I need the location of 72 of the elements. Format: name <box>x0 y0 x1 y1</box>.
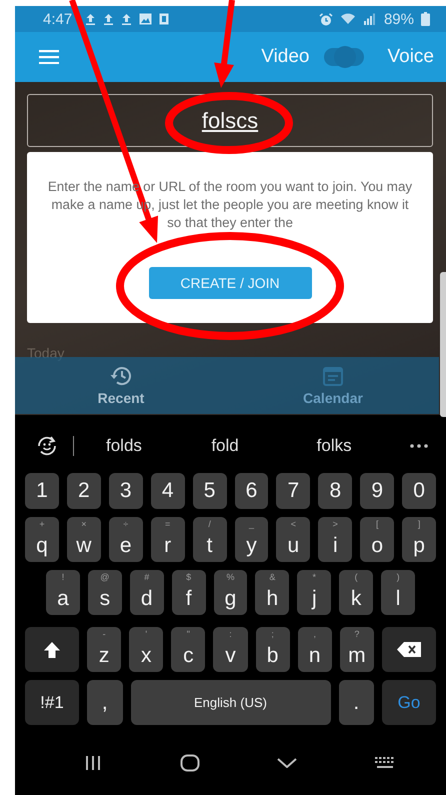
space-bar[interactable]: English (US) <box>130 680 330 725</box>
keyboard-key[interactable]: 6 <box>234 473 268 509</box>
keyboard-key[interactable]: ( k <box>339 570 374 615</box>
voice-label: Voice <box>388 46 434 68</box>
image-icon <box>139 13 152 25</box>
keyboard-key[interactable]: # d <box>130 570 164 615</box>
mode-toggle[interactable] <box>324 48 364 66</box>
suggestion-word[interactable]: folds <box>94 436 200 456</box>
video-label: Video <box>261 46 310 68</box>
keyboard-key[interactable]: + q <box>25 517 59 562</box>
symbols-key[interactable]: !#1 <box>25 680 79 725</box>
keyboard-key[interactable]: 0 <box>402 473 436 509</box>
go-key[interactable]: Go <box>382 680 436 725</box>
chevron-down-icon[interactable] <box>277 758 298 768</box>
keyboard-key[interactable]: ! a <box>46 570 80 615</box>
keyboard-key[interactable]: _ y <box>234 517 268 562</box>
keyboard-key[interactable]: = r <box>150 517 185 562</box>
keyboard-key[interactable]: % g <box>214 570 248 615</box>
keyboard-key[interactable]: " c <box>171 627 206 672</box>
signal-icon <box>362 13 375 25</box>
battery-icon <box>421 12 430 26</box>
wifi-icon <box>340 13 356 25</box>
keyboard-key[interactable]: ] p <box>402 517 436 562</box>
keyboard-key[interactable]: & h <box>255 570 290 615</box>
suggestion-word[interactable]: fold <box>199 436 305 456</box>
keyboard-key[interactable]: ÷ e <box>108 517 143 562</box>
keyboard-key[interactable]: < u <box>276 517 310 562</box>
alarm-icon <box>318 12 333 26</box>
sim-card-icon <box>159 13 170 25</box>
suggestion-word[interactable]: folks <box>304 436 410 456</box>
keyboard-key[interactable]: ' x <box>129 627 164 672</box>
keyboard-key[interactable]: 3 <box>108 473 143 509</box>
keyboard-key[interactable]: × w <box>66 517 101 562</box>
backspace-key[interactable] <box>382 627 436 672</box>
keyboard-key[interactable]: , <box>87 680 122 725</box>
keyboard-key[interactable]: - z <box>87 627 122 672</box>
upload-icon <box>85 13 96 25</box>
menu-icon[interactable] <box>39 50 59 64</box>
status-time: 4:47 <box>43 10 72 28</box>
keyboard-key[interactable]: 4 <box>150 473 185 509</box>
emoji-sync-icon[interactable] <box>35 435 59 457</box>
shift-key[interactable] <box>25 627 79 672</box>
upload-icon <box>121 13 132 25</box>
more-icon[interactable] <box>410 444 428 448</box>
keyboard-key[interactable]: , n <box>298 627 332 672</box>
keyboard-key[interactable]: / t <box>192 517 227 562</box>
keyboard-key[interactable]: 8 <box>318 473 352 509</box>
calendar-icon <box>322 365 344 387</box>
shift-arrow-icon <box>43 640 61 658</box>
keyboard-key[interactable]: ) l <box>381 570 416 615</box>
keyboard-key[interactable]: 1 <box>25 473 59 509</box>
room-name-field[interactable]: folscs <box>27 94 433 147</box>
keyboard-key[interactable]: 7 <box>276 473 310 509</box>
keyboard-key[interactable]: ; b <box>256 627 290 672</box>
keyboard-key[interactable]: $ f <box>172 570 206 615</box>
keyboard-key[interactable]: 2 <box>66 473 101 509</box>
keyboard-key[interactable]: . <box>338 680 374 725</box>
nav-tab[interactable]: Recent <box>15 357 227 414</box>
home-icon[interactable] <box>180 754 200 772</box>
keyboard-key[interactable]: @ s <box>88 570 122 615</box>
keyboard-key[interactable]: ? m <box>340 627 374 672</box>
upload-icon <box>103 13 114 25</box>
keyboard-key[interactable]: > i <box>318 517 352 562</box>
keyboard-key[interactable]: [ o <box>360 517 394 562</box>
recents-icon[interactable] <box>84 755 102 771</box>
history-icon <box>109 365 133 387</box>
keyboard-key[interactable]: 9 <box>360 473 394 509</box>
battery-percent: 89% <box>384 10 414 28</box>
keyboard-key[interactable]: * j <box>297 570 332 615</box>
keyboard-key[interactable]: : v <box>213 627 248 672</box>
backspace-icon <box>396 642 421 657</box>
keyboard-key[interactable]: 5 <box>192 473 227 509</box>
